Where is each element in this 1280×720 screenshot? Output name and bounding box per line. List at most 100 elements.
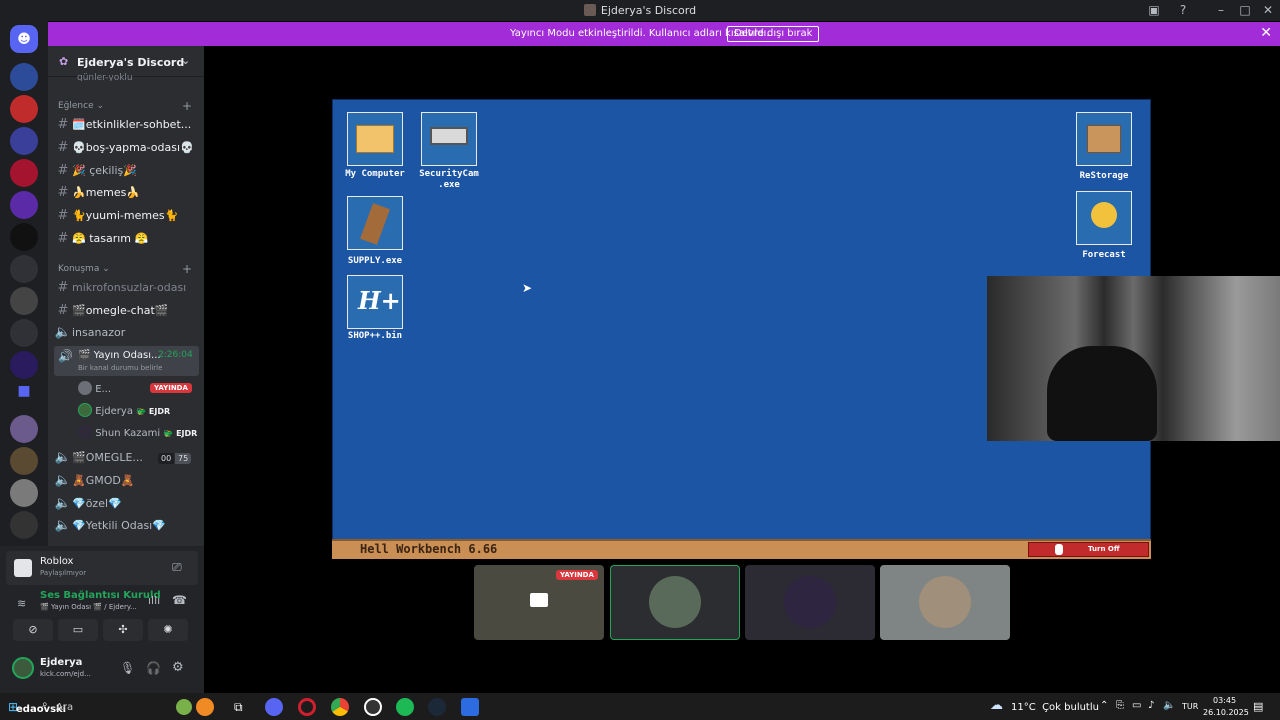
server-icon[interactable]: [10, 479, 38, 507]
voice-member[interactable]: Shun Kazami 🐲 EJDR: [78, 425, 197, 439]
chevron-down-icon[interactable]: ⌄: [181, 54, 190, 67]
weather-icon[interactable]: ☁: [990, 698, 1003, 713]
channel-label: 🐈yuumi-memes🐈: [72, 209, 179, 222]
headphones-icon[interactable]: 🎧: [146, 661, 161, 675]
widget-icon[interactable]: [176, 699, 192, 715]
server-icon[interactable]: [10, 159, 38, 187]
weather-text[interactable]: 11°C Çok bulutlu: [1011, 702, 1099, 713]
channel-mikrofonsuz[interactable]: # mikrofonsuzlar-odası: [54, 277, 199, 298]
opera-taskbar-icon[interactable]: [298, 698, 316, 716]
activities-button[interactable]: ✣: [103, 619, 143, 641]
server-icon[interactable]: [10, 191, 38, 219]
voice-member[interactable]: E...: [78, 381, 111, 395]
security-camera-icon[interactable]: [421, 112, 477, 166]
signal-icon[interactable]: ≋: [17, 597, 26, 610]
avatar[interactable]: [12, 657, 34, 679]
channel-cekilis[interactable]: # 🎉 çekiliş🎉: [54, 160, 199, 181]
channel-omegle-chat[interactable]: # 🎬omegle-chat🎬: [54, 300, 199, 321]
voice-member[interactable]: Ejderya 🐲 EJDR: [78, 403, 170, 417]
discord-home-icon[interactable]: ☻: [10, 25, 38, 53]
voice-channel-yayin-odasi[interactable]: 🔊 🎬 Yayın Odası... 2:26:04 Bir kanal dur…: [54, 346, 199, 376]
server-icon[interactable]: [10, 447, 38, 475]
participant-tile[interactable]: [880, 565, 1010, 640]
server-icon[interactable]: [10, 351, 38, 379]
search-box[interactable]: Ara: [56, 702, 73, 713]
server-icon[interactable]: [10, 223, 38, 251]
storage-box-icon[interactable]: [1076, 112, 1132, 166]
cursor-icon: ➤: [522, 281, 533, 295]
inbox-icon[interactable]: ▣: [1143, 2, 1165, 19]
participant-tile[interactable]: [610, 565, 740, 640]
server-icon[interactable]: [10, 63, 38, 91]
volume-icon[interactable]: 🔈: [1163, 700, 1175, 711]
camera-off-button[interactable]: ⊘: [13, 619, 53, 641]
clock-time[interactable]: 03:45: [1213, 696, 1236, 705]
category-eglence[interactable]: Eğlence ⌄: [58, 101, 104, 111]
channel-tasarim[interactable]: # 😤 tasarım 😤: [54, 228, 199, 249]
maximize-button[interactable]: □: [1234, 2, 1256, 19]
chevron-up-icon[interactable]: ⌃: [1100, 700, 1108, 711]
task-view-icon[interactable]: ⧉: [234, 700, 243, 715]
app-taskbar-icon[interactable]: [461, 698, 479, 716]
category-label: Eğlence: [58, 101, 94, 111]
tray-icon[interactable]: ⎘: [1116, 700, 1124, 711]
microphone-tray-icon[interactable]: ♪: [1148, 700, 1154, 711]
add-channel-icon[interactable]: +: [182, 262, 192, 276]
noise-suppression-icon[interactable]: ıllı: [148, 594, 160, 607]
voice-channel-gmod[interactable]: 🔈🧸GMOD🧸: [54, 470, 199, 491]
member-name: Shun Kazami: [95, 428, 161, 439]
server-icon[interactable]: [10, 127, 38, 155]
spotify-taskbar-icon[interactable]: [396, 698, 414, 716]
channel-memes[interactable]: # 🍌memes🍌: [54, 182, 199, 203]
soundboard-button[interactable]: ✺: [148, 619, 188, 641]
turn-off-button[interactable]: Turn Off: [1028, 542, 1149, 557]
network-icon[interactable]: ▭: [1132, 700, 1141, 711]
add-channel-icon[interactable]: +: [182, 99, 192, 113]
shop-icon[interactable]: H+: [347, 275, 403, 329]
help-icon[interactable]: ?: [1172, 2, 1194, 19]
server-icon[interactable]: [10, 511, 38, 539]
discord-taskbar-icon[interactable]: [265, 698, 283, 716]
channel-bos-yapma[interactable]: # 💀boş-yapma-odası💀: [54, 137, 199, 158]
language-indicator[interactable]: TUR: [1182, 702, 1198, 711]
tools-icon[interactable]: [347, 196, 403, 250]
share-screen-icon[interactable]: ⎚: [172, 560, 182, 575]
voice-channel-insanazor[interactable]: 🔈insanazor: [54, 322, 199, 343]
app-taskbar-icon[interactable]: [364, 698, 382, 716]
voice-status[interactable]: Ses Bağlantısı Kuruld: [40, 590, 161, 601]
server-icon[interactable]: [10, 319, 38, 347]
weather-icon[interactable]: [1076, 191, 1132, 245]
category-konusma[interactable]: Konuşma ⌄: [58, 264, 110, 274]
disable-streamer-mode-button[interactable]: Devre dışı bırak: [727, 26, 820, 42]
close-button[interactable]: ✕: [1257, 2, 1279, 19]
folder-icon[interactable]: ■: [10, 383, 38, 411]
folder-icon[interactable]: [347, 112, 403, 166]
channel-status-hint[interactable]: Bir kanal durumu belirle: [78, 364, 162, 372]
chrome-taskbar-icon[interactable]: [331, 698, 349, 716]
channel-label: 🧸GMOD🧸: [72, 474, 135, 487]
server-icon[interactable]: [10, 415, 38, 443]
speaker-icon: 🔈: [54, 518, 72, 533]
voice-channel-ozel[interactable]: 🔈💎özel💎: [54, 493, 199, 514]
hash-icon: #: [57, 208, 69, 223]
participant-tile-stream[interactable]: YAYINDA: [474, 565, 604, 640]
hash-icon: #: [57, 303, 69, 318]
clock-date[interactable]: 26.10.2025: [1203, 708, 1249, 717]
widget-icon[interactable]: [196, 698, 214, 716]
server-icon[interactable]: [10, 287, 38, 315]
stream-button[interactable]: ▭: [58, 619, 98, 641]
notification-icon[interactable]: ▤: [1253, 700, 1263, 713]
channel-yuumi-memes[interactable]: # 🐈yuumi-memes🐈: [54, 205, 199, 226]
microphone-icon[interactable]: 🎙: [120, 661, 135, 675]
voice-channel-yetkili[interactable]: 🔈💎Yetkili Odası💎: [54, 515, 199, 536]
server-icon[interactable]: [10, 95, 38, 123]
disconnect-icon[interactable]: ☎: [172, 593, 187, 607]
participant-tile[interactable]: [745, 565, 875, 640]
gear-icon[interactable]: ⚙: [172, 660, 184, 675]
minimize-button[interactable]: –: [1210, 2, 1232, 19]
channel-etkinlikler[interactable]: # 🗓️etkinlikler-sohbet...: [54, 114, 199, 135]
search-icon[interactable]: ⌕: [42, 699, 48, 710]
server-icon[interactable]: [10, 255, 38, 283]
close-icon[interactable]: ✕: [1260, 25, 1272, 41]
steam-taskbar-icon[interactable]: [428, 698, 446, 716]
